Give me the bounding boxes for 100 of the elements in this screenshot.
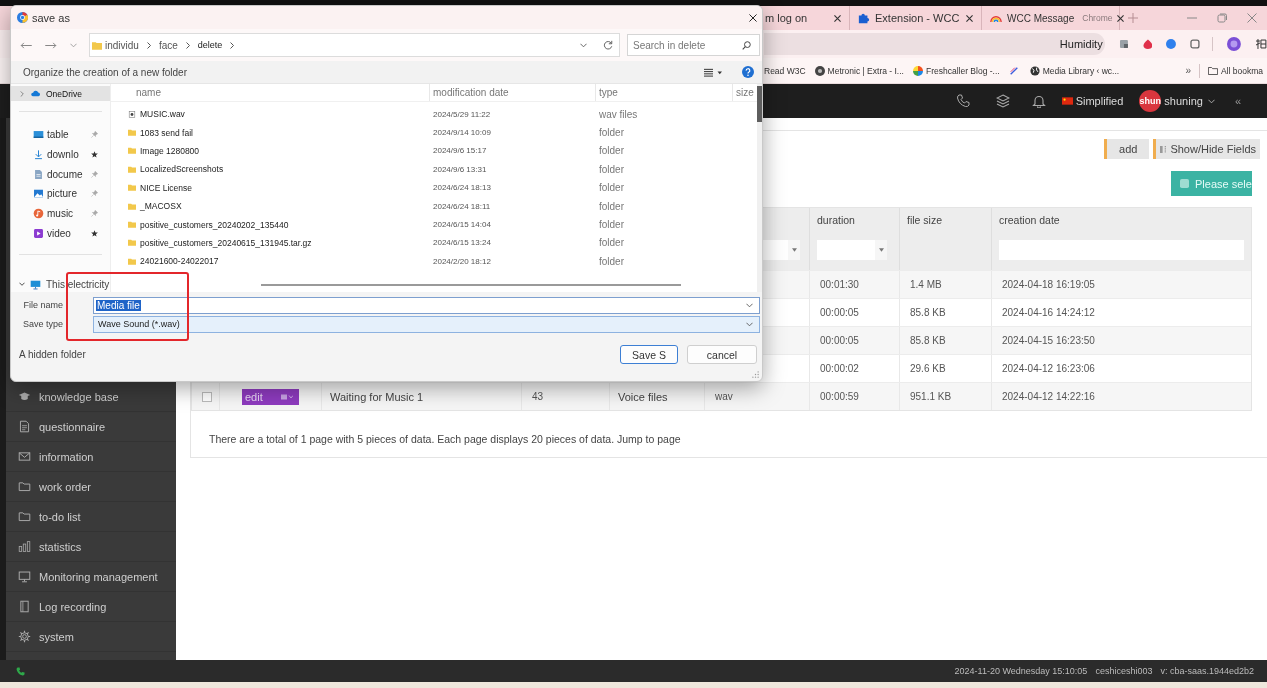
- profile-icon[interactable]: [1227, 37, 1242, 51]
- forward-arrow-icon[interactable]: [44, 41, 57, 49]
- back-arrow-icon[interactable]: [20, 41, 33, 49]
- file-name[interactable]: Image 1280800: [140, 145, 200, 156]
- toolbar-button[interactable]: Show/Hide Fields: [1153, 139, 1260, 159]
- restore-icon[interactable]: [1217, 13, 1227, 23]
- bookmark-link[interactable]: Read W3C: [764, 65, 806, 76]
- path-bar[interactable]: individu face delete: [89, 33, 620, 57]
- user-name[interactable]: shuning: [1164, 95, 1203, 107]
- bookmark-link[interactable]: Freshcaller Blog -...: [912, 65, 1000, 76]
- command-text[interactable]: Organize the creation of a new folder: [23, 66, 187, 78]
- cancel-button[interactable]: cancel: [687, 345, 757, 364]
- chevron-down-icon[interactable]: [746, 302, 753, 308]
- bookmark-link[interactable]: Metronic | Extra - I...: [814, 65, 904, 76]
- nav-item[interactable]: table: [11, 124, 110, 145]
- nav-item[interactable]: video: [11, 223, 110, 244]
- nav-item[interactable]: OneDrive: [11, 86, 110, 102]
- column-header[interactable]: size: [736, 87, 754, 98]
- star-icon[interactable]: [91, 150, 98, 158]
- caret-icon: [879, 248, 884, 252]
- user-avatar[interactable]: shun: [1139, 90, 1162, 112]
- app-logo-icon: [912, 65, 923, 76]
- file-name[interactable]: 24021600-24022017: [140, 256, 219, 267]
- close-icon[interactable]: [966, 14, 973, 22]
- file-type: folder: [599, 237, 624, 249]
- chevron-down-icon[interactable]: [19, 281, 25, 288]
- nav-item[interactable]: music: [11, 203, 110, 224]
- table-cell: 43: [532, 391, 544, 402]
- file-name[interactable]: MUSIC.wav: [140, 109, 185, 120]
- close-icon[interactable]: [834, 14, 841, 22]
- resize-grip-icon[interactable]: [752, 371, 759, 378]
- monitor-icon: [30, 278, 41, 290]
- file-name[interactable]: positive_customers_20240615_131945.tar.gz: [140, 237, 312, 248]
- file-name[interactable]: 1083 send fail: [140, 127, 193, 138]
- layers-icon[interactable]: [995, 94, 1010, 108]
- file-name[interactable]: NICE License: [140, 182, 192, 193]
- search-field[interactable]: Search in delete: [627, 34, 760, 56]
- bookmarks-folder[interactable]: All bookma: [1207, 65, 1263, 76]
- nav-item[interactable]: This electricity: [11, 276, 110, 293]
- file-name[interactable]: positive_customers_20240202_135440: [140, 219, 289, 230]
- horizontal-scrollbar[interactable]: [261, 284, 681, 286]
- drop-icon[interactable]: [1142, 39, 1153, 49]
- gear-icon: [18, 630, 31, 643]
- envelope-icon: [18, 450, 31, 463]
- path-segment[interactable]: face: [158, 39, 178, 51]
- file-date: 2024/5/29 11:22: [433, 109, 491, 119]
- toolbar-button[interactable]: add: [1104, 139, 1150, 159]
- scrollbar-thumb[interactable]: [757, 86, 762, 122]
- refresh-icon[interactable]: [603, 40, 613, 50]
- hide-folders-link[interactable]: A hidden folder: [19, 349, 86, 360]
- address-bar[interactable]: Humidity: [764, 33, 1105, 55]
- pin-icon[interactable]: [91, 170, 98, 178]
- collapse-toggle[interactable]: «: [1234, 95, 1241, 107]
- table-cell: 1.4 MB: [910, 279, 942, 290]
- chevron-down-icon[interactable]: [580, 42, 587, 48]
- column-header[interactable]: type: [599, 87, 618, 98]
- column-header[interactable]: name: [136, 87, 161, 98]
- table-cell: 85.8 KB: [910, 335, 946, 346]
- circle-icon: [814, 65, 825, 76]
- edit-button[interactable]: edit: [242, 388, 299, 405]
- column-header[interactable]: modification date: [433, 87, 509, 98]
- close-icon[interactable]: [749, 13, 757, 22]
- pin-icon[interactable]: [91, 190, 98, 198]
- tile-icon[interactable]: [1118, 39, 1129, 49]
- audio-file-icon: [128, 110, 136, 118]
- more-bookmarks[interactable]: »: [1185, 65, 1191, 76]
- row-checkbox[interactable]: [202, 391, 212, 402]
- bookmark-link[interactable]: Media Library ‹ wc...: [1029, 65, 1120, 76]
- table-cell: 2024-04-16 14:24:12: [1002, 307, 1095, 318]
- star-icon[interactable]: [91, 230, 98, 238]
- nav-item[interactable]: downlo: [11, 144, 110, 165]
- path-segment[interactable]: delete: [197, 40, 223, 50]
- file-date: 2024/2/20 18:12: [433, 256, 491, 266]
- symbol-icon[interactable]: [1255, 38, 1267, 50]
- circle-icon[interactable]: [1166, 39, 1177, 49]
- bell-icon[interactable]: [1031, 94, 1046, 108]
- nav-item[interactable]: picture: [11, 184, 110, 204]
- column-header: creation date: [999, 214, 1060, 226]
- list-view-icon[interactable]: [704, 67, 722, 77]
- square-icon[interactable]: [1190, 39, 1201, 49]
- pin-icon[interactable]: [91, 130, 98, 138]
- file-name[interactable]: LocalizedScreenshots: [140, 164, 224, 175]
- file-name[interactable]: _MACOSX: [140, 201, 182, 212]
- language-link[interactable]: Simplified: [1075, 95, 1124, 107]
- pin-icon[interactable]: [91, 210, 98, 218]
- pen-icon[interactable]: [1008, 65, 1019, 76]
- chevron-right-icon[interactable]: [146, 41, 151, 49]
- save-button[interactable]: Save S: [620, 345, 678, 364]
- file-name-input[interactable]: Media file: [93, 296, 760, 314]
- table-cell: 00:00:02: [820, 363, 859, 374]
- close-icon[interactable]: [1117, 14, 1125, 22]
- phone-icon[interactable]: [955, 94, 970, 108]
- chevron-right-icon[interactable]: [230, 41, 235, 49]
- path-segment[interactable]: individu: [105, 39, 139, 51]
- table-cell: Waiting for Music 1: [330, 390, 424, 403]
- file-type-select[interactable]: Wave Sound (*.wav): [93, 315, 760, 333]
- help-icon[interactable]: [742, 66, 754, 78]
- chevron-right-icon[interactable]: [185, 41, 190, 49]
- nav-item[interactable]: docume: [11, 164, 110, 184]
- caret-icon[interactable]: [1207, 98, 1215, 104]
